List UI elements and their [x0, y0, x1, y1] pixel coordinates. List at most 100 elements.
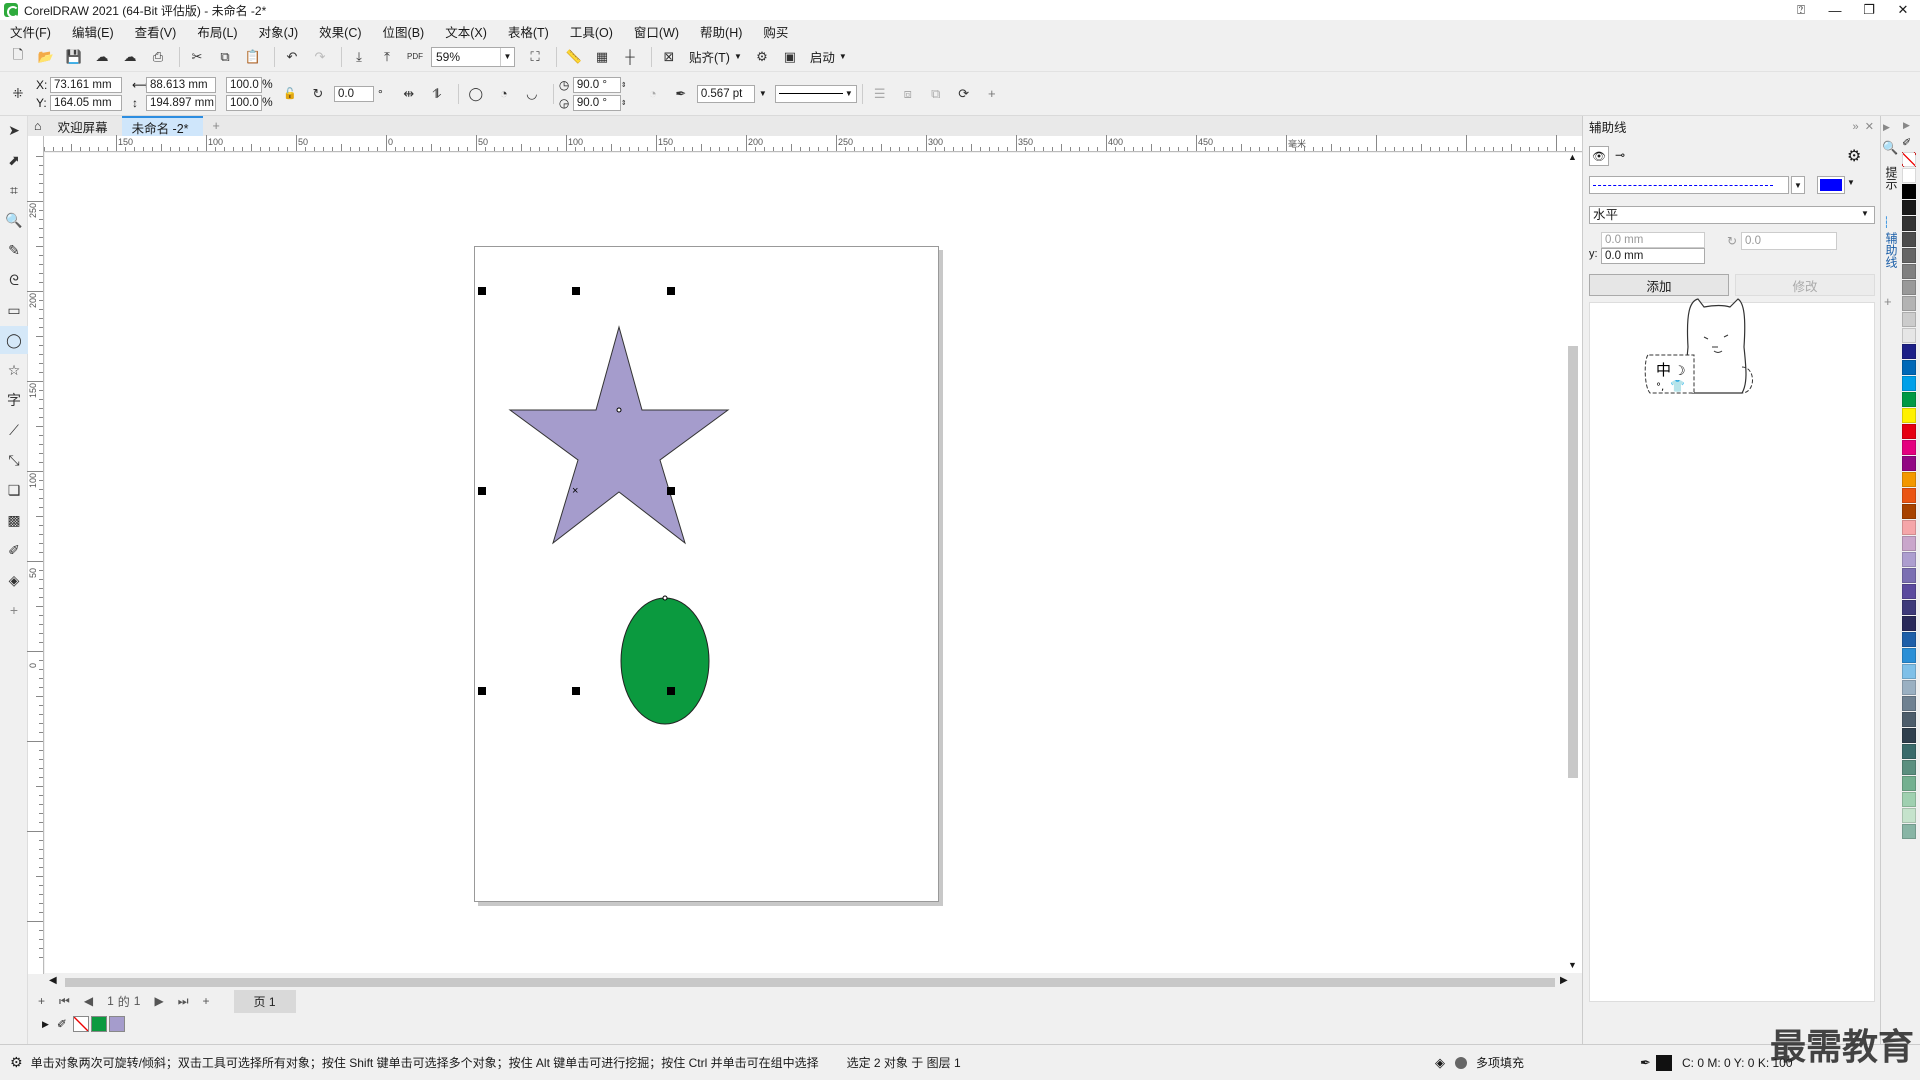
vertical-ruler[interactable]: 250 200 150 100 50 0 [27, 136, 44, 974]
gear-icon[interactable]: ⚙ [10, 1054, 23, 1071]
palette-swatch[interactable] [1902, 648, 1916, 663]
start-angle-field[interactable]: 90.0 ° [572, 76, 621, 93]
palette-swatch[interactable] [1902, 200, 1916, 215]
star-center-node[interactable] [616, 407, 622, 413]
polygon-tool-icon[interactable]: ☆ [0, 356, 28, 384]
close-icon[interactable]: ✕ [1865, 121, 1874, 133]
expand-icon[interactable]: ▶ [1883, 122, 1890, 133]
selection-handle[interactable] [667, 487, 675, 495]
cloud-upload-icon[interactable]: ☁ [118, 45, 142, 69]
add-guide-button[interactable]: 添加 [1589, 274, 1729, 296]
guide-y-field[interactable]: 0.0 mm [1601, 248, 1705, 264]
copy-icon[interactable]: ⧉ [213, 45, 237, 69]
save-icon[interactable]: 💾 [62, 45, 86, 69]
show-guidelines-icon[interactable]: ┼ [618, 45, 642, 69]
palette-swatch[interactable] [1902, 424, 1916, 439]
scroll-up-icon[interactable]: ▲ [1568, 152, 1577, 162]
palette-swatch[interactable] [1902, 632, 1916, 647]
prev-page-icon[interactable]: ◀ [84, 994, 93, 1008]
pick-tool-icon[interactable]: ➤ [0, 116, 28, 144]
zoom-level-select[interactable]: 59% ▼ [431, 46, 515, 67]
docker-settings-gear-icon[interactable]: ⚙ [1847, 146, 1861, 166]
tab-welcome-screen[interactable]: 欢迎屏幕 [48, 116, 122, 136]
palette-swatch[interactable] [1902, 680, 1916, 695]
next-page-icon[interactable]: ▶ [154, 994, 163, 1008]
mirror-horizontal-icon[interactable]: ⇹ [397, 82, 421, 106]
palette-swatch[interactable] [1902, 808, 1916, 823]
paste-icon[interactable]: 📋 [241, 45, 265, 69]
guide-visibility-icon[interactable]: 👁 [1589, 146, 1609, 166]
palette-swatch[interactable] [1902, 280, 1916, 295]
eyedropper-icon[interactable]: ✐ [57, 1017, 67, 1031]
parallel-dimension-icon[interactable]: ⟋ [0, 416, 28, 444]
eyedropper-tool-icon[interactable]: ✐ [0, 536, 28, 564]
ellipse-shape-icon[interactable]: ◯ [464, 82, 488, 106]
open-icon[interactable]: 📂 [34, 45, 58, 69]
palette-swatch[interactable] [1902, 232, 1916, 247]
arc-direction-icon[interactable]: ◔ [641, 82, 665, 106]
connector-tool-icon[interactable]: ⤡ [0, 446, 28, 474]
crop-tool-icon[interactable]: ⌗ [0, 176, 28, 204]
guide-color-picker[interactable] [1817, 176, 1845, 194]
shape-tool-icon[interactable]: ⬈ [0, 146, 28, 174]
scroll-down-icon[interactable]: ▼ [1568, 960, 1577, 970]
scale-width-field[interactable]: 100.0 [226, 76, 262, 93]
selection-handle[interactable] [667, 287, 675, 295]
palette-swatch[interactable] [1902, 696, 1916, 711]
ellipse-shape[interactable] [620, 597, 710, 725]
minimize-icon[interactable]: — [1818, 0, 1852, 20]
palette-swatch[interactable] [1902, 536, 1916, 551]
x-position-field[interactable]: 73.161 mm [50, 76, 122, 93]
wrap-text-icon[interactable]: ☰ [868, 82, 892, 106]
palette-swatch[interactable] [1902, 744, 1916, 759]
menu-tools[interactable]: 工具(O) [570, 22, 624, 41]
palette-swatch[interactable] [1902, 216, 1916, 231]
full-screen-preview-icon[interactable]: ⛶ [523, 45, 547, 69]
palette-swatch[interactable] [1902, 520, 1916, 535]
object-origin-icon[interactable]: ⁜ [6, 82, 30, 106]
rectangle-tool-icon[interactable]: ▭ [0, 296, 28, 324]
palette-swatch[interactable] [1902, 440, 1916, 455]
rotation-center-icon[interactable]: × [572, 486, 578, 497]
menu-edit[interactable]: 编辑(E) [72, 22, 125, 41]
expand-icon[interactable]: ▶ [42, 1019, 49, 1030]
publish-pdf-icon[interactable]: PDF [403, 45, 427, 69]
palette-swatch[interactable] [1902, 728, 1916, 743]
snap-to-menu[interactable]: 贴齐(T) [689, 47, 730, 66]
tab-untitled-2[interactable]: 未命名 -2* [121, 116, 203, 136]
interactive-fill-icon[interactable]: ◈ [0, 566, 28, 594]
selection-handle[interactable] [478, 687, 486, 695]
chevron-down-icon[interactable]: ▼ [1791, 176, 1805, 194]
first-page-icon[interactable]: ⏮ [59, 994, 70, 1009]
new-document-icon[interactable]: 🗋 [6, 45, 30, 69]
menu-buy[interactable]: 购买 [763, 22, 799, 41]
menu-layout[interactable]: 布局(L) [197, 22, 248, 41]
palette-swatch[interactable] [1902, 360, 1916, 375]
palette-swatch[interactable] [1902, 392, 1916, 407]
zoom-tool-icon[interactable]: 🔍 [0, 206, 28, 234]
page-tab[interactable]: 页 1 [233, 989, 296, 1013]
drawing-canvas[interactable]: × [45, 153, 1582, 973]
scale-height-field[interactable]: 100.0 [226, 94, 262, 111]
palette-swatch[interactable] [1902, 568, 1916, 583]
horizontal-ruler[interactable]: 150 100 50 0 50 100 150 200 250 300 350 400 450 毫米 [44, 135, 1582, 152]
selection-handle[interactable] [572, 287, 580, 295]
palette-swatch[interactable] [1902, 456, 1916, 471]
restore-icon[interactable]: ❐ [1852, 0, 1886, 20]
selection-handle[interactable] [478, 487, 486, 495]
spinner-icon[interactable]: ⇕ [621, 81, 631, 89]
ellipse-node[interactable] [662, 595, 668, 601]
menu-window[interactable]: 窗口(W) [634, 22, 690, 41]
add-page-icon[interactable]: + [38, 994, 45, 1008]
menu-bitmaps[interactable]: 位图(B) [383, 22, 436, 41]
scroll-left-icon[interactable]: ◀ [49, 975, 57, 986]
search-icon[interactable]: 🔍 [1882, 140, 1898, 156]
palette-swatch[interactable] [1902, 712, 1916, 727]
last-page-icon[interactable]: ⏭ [178, 994, 189, 1009]
cut-icon[interactable]: ✂ [185, 45, 209, 69]
text-tool-icon[interactable]: 字 [0, 386, 28, 414]
palette-swatch[interactable] [1902, 600, 1916, 615]
no-color-swatch[interactable] [1902, 152, 1916, 167]
palette-swatch[interactable] [1902, 664, 1916, 679]
mirror-vertical-icon[interactable]: ⥮ [425, 82, 449, 106]
